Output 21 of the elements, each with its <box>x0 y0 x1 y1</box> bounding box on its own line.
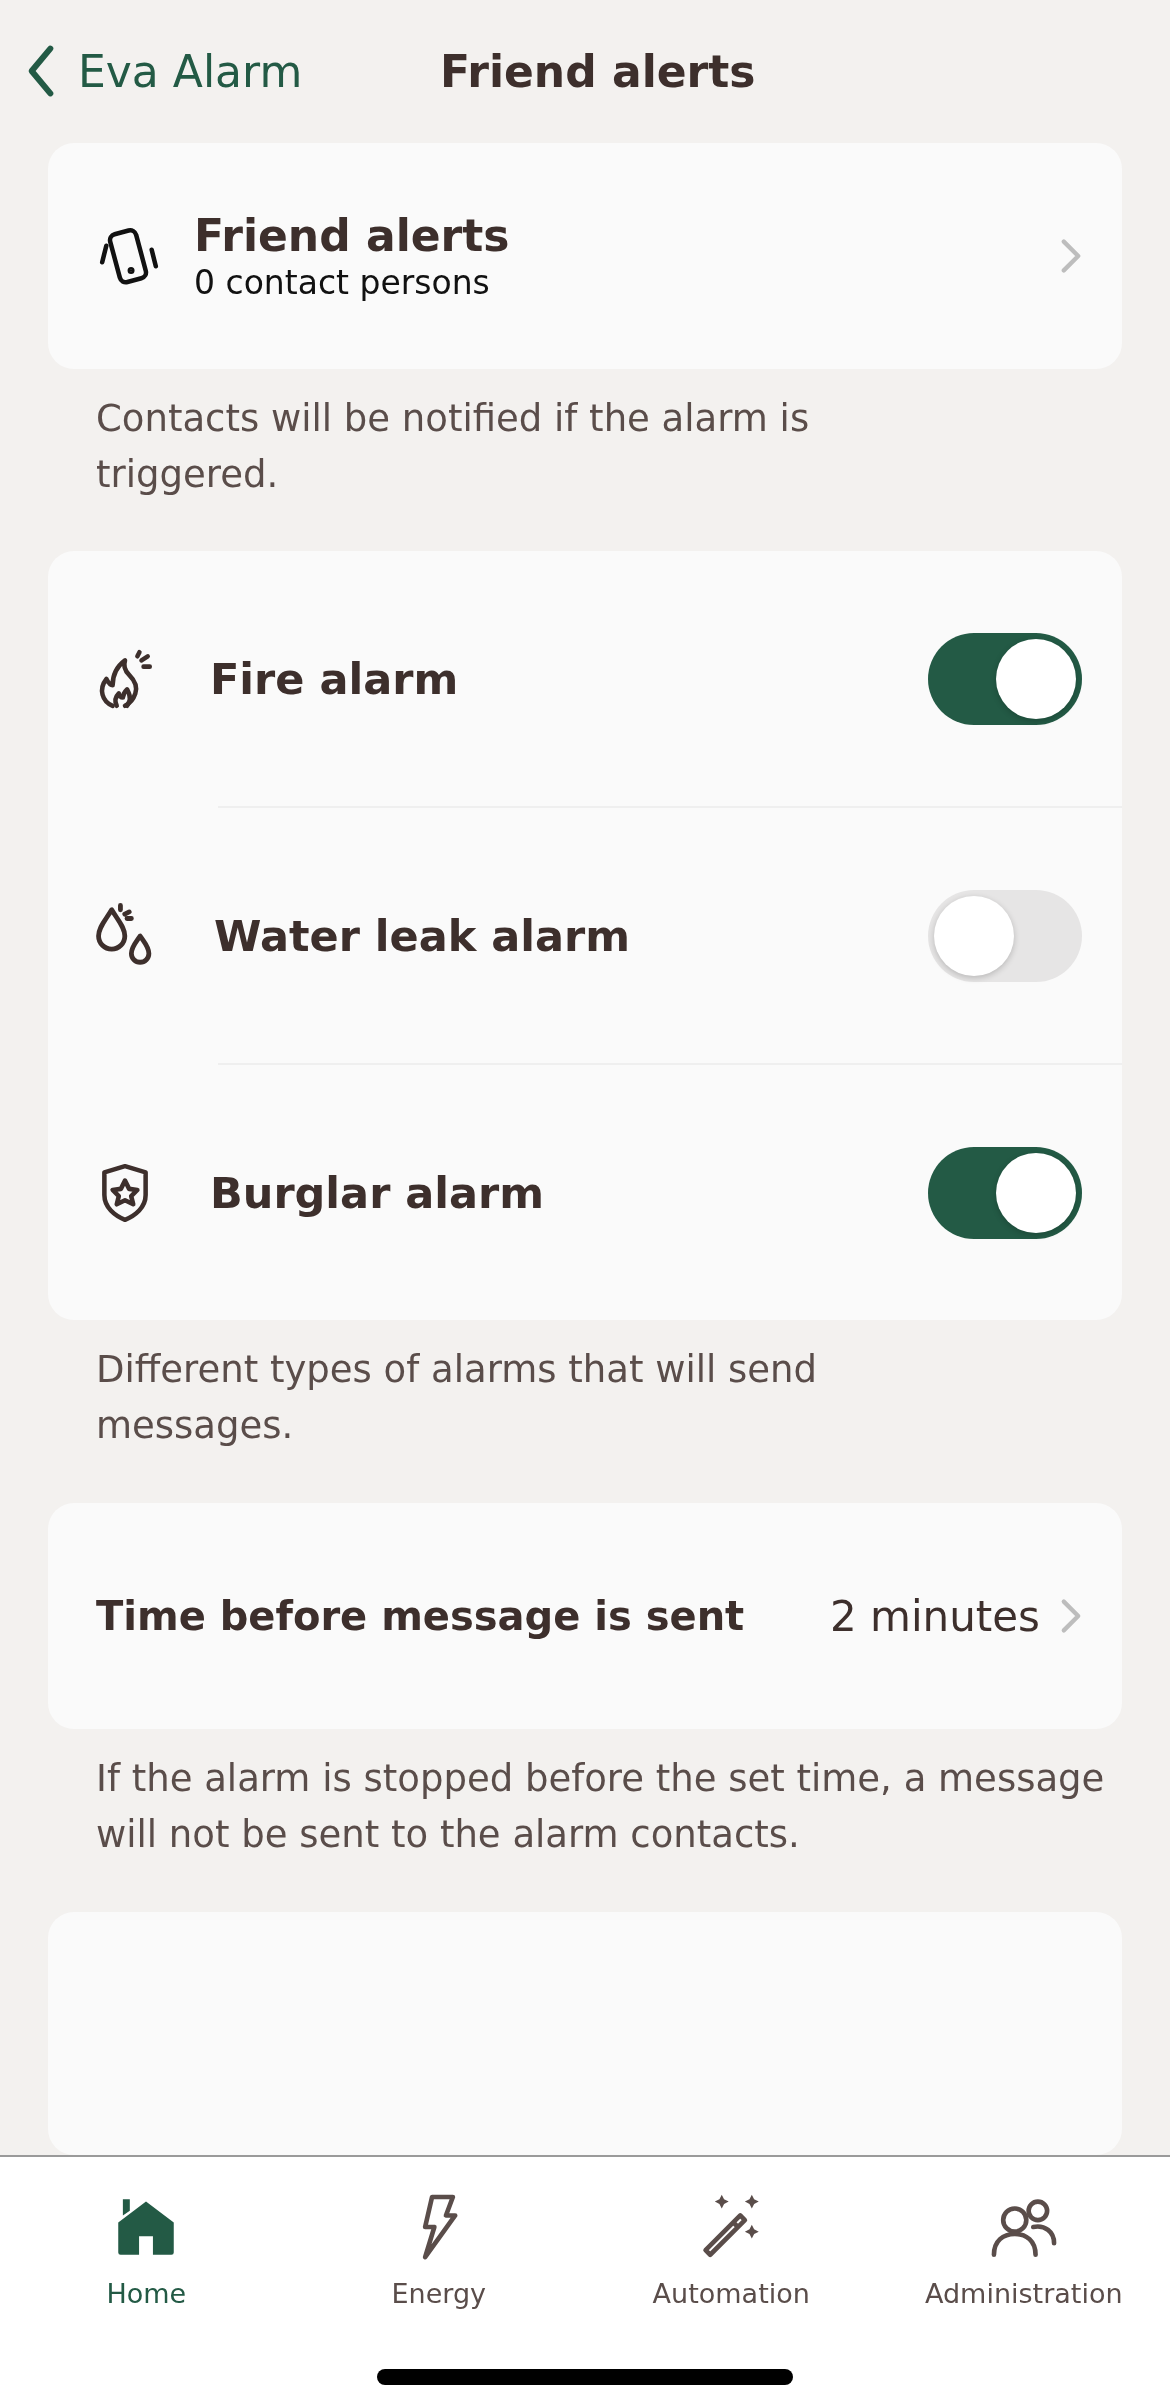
back-button[interactable]: Eva Alarm <box>26 43 303 100</box>
setting-label: Time before message is sent <box>96 1593 746 1640</box>
alarm-label: Burglar alarm <box>210 1167 546 1218</box>
contact-count: 0 contact persons <box>194 262 491 302</box>
tab-item[interactable]: Home <box>0 2157 293 2317</box>
friend-alerts-card[interactable]: Friend alerts 0 contact persons <box>48 142 1122 369</box>
delay-card[interactable]: Time before message is sent 2 minutes <box>48 1503 1122 1730</box>
tab-item[interactable]: Administration <box>877 2157 1170 2317</box>
tab-item[interactable]: Energy <box>292 2157 585 2317</box>
tab-item[interactable]: Automation <box>585 2157 878 2317</box>
helper-text: Different types of alarms that will send messages. <box>95 1347 819 1450</box>
page-title: Friend alerts <box>440 45 756 97</box>
back-chevron-icon <box>26 43 56 100</box>
helper-text: If the alarm is stopped before the set time, a message will not be sent to the alarm contacts. <box>95 1756 1106 1859</box>
setting-value: 2 minutes <box>829 1591 1040 1641</box>
card-title: Friend alerts <box>194 209 511 263</box>
chevron-right-icon <box>1060 237 1082 274</box>
chevron-right-icon <box>1060 1598 1082 1635</box>
helper-text: Contacts will be notified if the alarm is triggered. <box>95 395 811 498</box>
alarm-label: Fire alarm <box>210 653 460 704</box>
alarm-label: Water leak alarm <box>214 910 632 961</box>
